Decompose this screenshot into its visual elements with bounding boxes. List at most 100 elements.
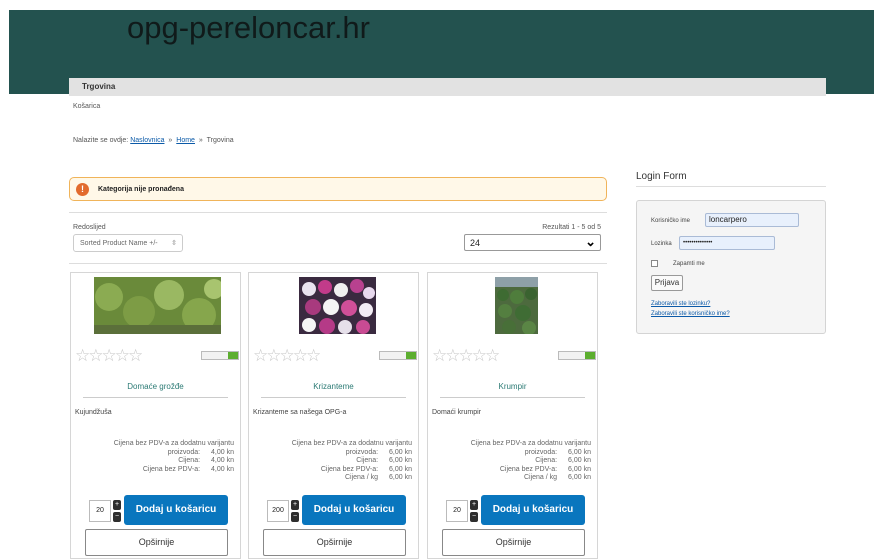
details-button[interactable]: Opširnije xyxy=(442,529,585,556)
price-label: Cijena / kg xyxy=(523,474,558,481)
product-image-krumpir[interactable] xyxy=(495,277,538,334)
username-label: Korisničko ime xyxy=(651,218,691,224)
breadcrumb-link-home[interactable]: Home xyxy=(176,137,195,144)
price-label: Cijena: xyxy=(356,457,379,464)
login-form: Korisničko ime loncarpero Lozinka ••••••… xyxy=(636,200,826,334)
price-value: 4,00 kn xyxy=(211,465,234,473)
product-name[interactable]: Krumpir xyxy=(428,382,597,391)
price-value: 6,00 kn xyxy=(568,457,591,464)
exclamation-circle-icon: ! xyxy=(76,183,89,196)
results-count: Rezultati 1 - 5 od 5 xyxy=(542,224,601,231)
product-description: Domaći krumpir xyxy=(432,409,482,416)
breadcrumb-prefix: Nalazite se ovdje: xyxy=(73,137,129,144)
variant-price-label: Cijena bez PDV-a za dodatnu varijantu xyxy=(291,440,412,447)
product-image-grozde[interactable] xyxy=(94,277,221,334)
product-image-krizanteme[interactable] xyxy=(299,277,376,334)
product-description: Kujundžuša xyxy=(75,409,112,416)
minus-icon[interactable]: − xyxy=(113,512,121,522)
price-value: 6,00 kn xyxy=(568,448,591,456)
plus-icon[interactable]: + xyxy=(113,500,121,510)
price-block: Cijena bez PDV-a za dodatnu varijantu pr… xyxy=(114,440,234,474)
availability-toggle xyxy=(379,351,417,360)
price-label: proizvoda: xyxy=(524,448,558,456)
minus-icon[interactable]: − xyxy=(470,512,478,522)
price-value: 4,00 kn xyxy=(211,457,234,464)
site-title[interactable]: opg-pereloncar.hr xyxy=(127,10,370,46)
price-label: Cijena bez PDV-a: xyxy=(320,465,379,473)
order-select-value: Sorted Product Name +/- xyxy=(80,240,158,247)
product-card: ☆☆☆☆☆ Domaće grožđe Kujundžuša Cijena be… xyxy=(70,272,241,559)
forgot-username-link[interactable]: Zaboravili ste korisničko ime? xyxy=(651,311,730,317)
login-title: Login Form xyxy=(636,171,687,182)
login-button[interactable]: Prijava xyxy=(651,275,683,291)
order-select[interactable]: Sorted Product Name +/- ⇳ xyxy=(73,234,183,252)
price-value: 6,00 kn xyxy=(389,448,412,456)
product-name[interactable]: Domaće grožđe xyxy=(71,382,240,391)
remember-label: Zapamti me xyxy=(673,261,705,267)
divider xyxy=(69,212,607,213)
remember-checkbox[interactable] xyxy=(651,260,658,267)
breadcrumb-link-naslovnica[interactable]: Naslovnica xyxy=(130,137,164,144)
breadcrumb-current: Trgovina xyxy=(206,137,234,144)
add-to-cart-button[interactable]: Dodaj u košaricu xyxy=(124,495,228,525)
price-label: Cijena bez PDV-a: xyxy=(142,465,201,473)
divider xyxy=(636,186,826,187)
add-to-cart-button[interactable]: Dodaj u košaricu xyxy=(481,495,585,525)
details-button[interactable]: Opširnije xyxy=(85,529,228,556)
category-alert: ! Kategorija nije pronađena xyxy=(69,177,607,201)
price-label: Cijena bez PDV-a: xyxy=(499,465,558,473)
username-input[interactable]: loncarpero xyxy=(705,213,799,227)
availability-toggle xyxy=(201,351,239,360)
variant-price-label: Cijena bez PDV-a za dodatnu varijantu xyxy=(113,440,234,447)
quantity-input[interactable]: 20 xyxy=(446,500,468,522)
quantity-stepper: + − xyxy=(470,500,478,524)
divider xyxy=(69,263,607,264)
price-value: 6,00 kn xyxy=(568,465,591,473)
plus-icon[interactable]: + xyxy=(291,500,299,510)
quantity-stepper: + − xyxy=(291,500,299,524)
details-button[interactable]: Opširnije xyxy=(263,529,406,556)
alert-message: Kategorija nije pronađena xyxy=(98,186,184,193)
submenu-item-kosarica[interactable]: Košarica xyxy=(73,103,100,110)
forgot-password-link[interactable]: Zaboravili ste lozinku? xyxy=(651,301,710,307)
quantity-stepper: + − xyxy=(113,500,121,524)
product-card: ☆☆☆☆☆ Krizanteme Krizanteme sa našega OP… xyxy=(248,272,419,559)
quantity-input[interactable]: 200 xyxy=(267,500,289,522)
chevron-down-icon: ⌄ xyxy=(585,234,596,249)
divider xyxy=(261,397,406,398)
price-value: 6,00 kn xyxy=(389,457,412,464)
price-value: 6,00 kn xyxy=(389,474,412,481)
product-description: Krizanteme sa našega OPG-a xyxy=(253,409,347,416)
price-value: 4,00 kn xyxy=(211,448,234,456)
price-block: Cijena bez PDV-a za dodatnu varijantu pr… xyxy=(471,440,591,483)
order-label: Redoslijed xyxy=(73,224,106,231)
quantity-input[interactable]: 20 xyxy=(89,500,111,522)
limit-select[interactable]: 24 ⌄ xyxy=(464,234,601,251)
price-label: proizvoda: xyxy=(167,448,201,456)
limit-select-value: 24 xyxy=(470,238,481,248)
password-label: Lozinka xyxy=(651,241,672,247)
variant-price-label: Cijena bez PDV-a za dodatnu varijantu xyxy=(470,440,591,447)
plus-icon[interactable]: + xyxy=(470,500,478,510)
price-label: Cijena: xyxy=(535,457,558,464)
rating-stars[interactable]: ☆☆☆☆☆ xyxy=(253,347,321,364)
sort-arrows-icon: ⇳ xyxy=(171,240,177,247)
main-menu: Trgovina xyxy=(69,78,826,96)
availability-toggle xyxy=(558,351,596,360)
price-value: 6,00 kn xyxy=(389,465,412,473)
product-name[interactable]: Krizanteme xyxy=(249,382,418,391)
divider xyxy=(83,397,228,398)
password-input[interactable]: •••••••••••••• xyxy=(679,236,775,250)
menu-item-trgovina[interactable]: Trgovina xyxy=(82,82,115,91)
rating-stars[interactable]: ☆☆☆☆☆ xyxy=(432,347,500,364)
breadcrumb-separator: » xyxy=(198,137,203,144)
divider xyxy=(440,397,585,398)
price-label: proizvoda: xyxy=(345,448,379,456)
add-to-cart-button[interactable]: Dodaj u košaricu xyxy=(302,495,406,525)
product-card: ☆☆☆☆☆ Krumpir Domaći krumpir Cijena bez … xyxy=(427,272,598,559)
price-label: Cijena / kg xyxy=(344,474,379,481)
minus-icon[interactable]: − xyxy=(291,512,299,522)
rating-stars[interactable]: ☆☆☆☆☆ xyxy=(75,347,143,364)
breadcrumb-separator: » xyxy=(168,137,173,144)
breadcrumb: Nalazite se ovdje: Naslovnica » Home » T… xyxy=(73,137,234,144)
